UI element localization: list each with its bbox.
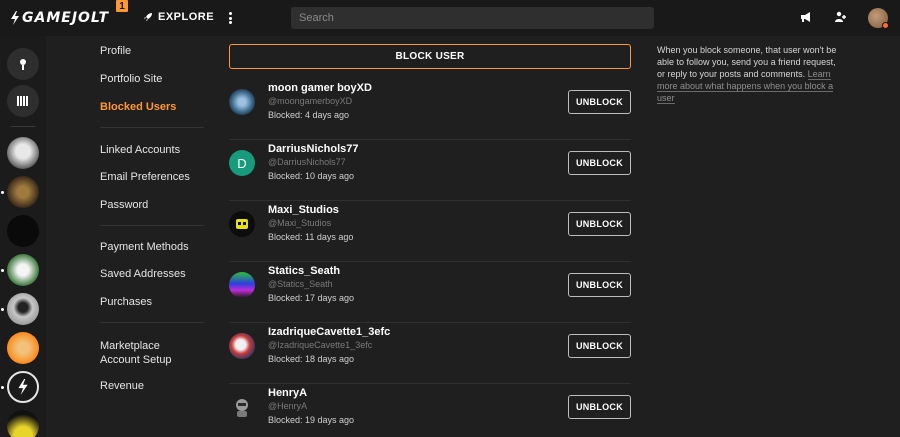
nav-item-revenue[interactable]: Revenue	[100, 380, 144, 392]
user-name[interactable]: Statics_Seath	[268, 265, 340, 277]
notification-badge: 1	[116, 0, 128, 12]
user-avatar[interactable]	[229, 394, 255, 420]
blocked-user-row: HenryA @HenryA Blocked: 19 days ago UNBL…	[229, 384, 631, 437]
library-icon	[17, 96, 28, 106]
search-input[interactable]	[291, 7, 654, 29]
block-user-button[interactable]: BLOCK USER	[229, 44, 631, 69]
nav-item-password[interactable]: Password	[100, 199, 148, 211]
home-icon	[20, 59, 26, 70]
blocked-date: Blocked: 4 days ago	[268, 110, 350, 120]
user-handle: @IzadriqueCavette1_3efc	[268, 340, 373, 350]
nav-divider	[100, 127, 204, 128]
block-info-text: When you block someone, that user won't …	[657, 44, 843, 104]
user-handle: @Statics_Seath	[268, 279, 333, 289]
rail-unread-dot	[1, 269, 4, 272]
user-handle: @moongamerboyXD	[268, 96, 353, 106]
rail-community-avatar[interactable]	[7, 176, 39, 208]
nav-item-marketplace-account-setup[interactable]: Marketplace Account Setup	[100, 339, 180, 367]
nav-item-portfolio-site[interactable]: Portfolio Site	[100, 73, 162, 85]
unblock-button[interactable]: UNBLOCK	[568, 395, 631, 419]
explore-link[interactable]: EXPLORE	[143, 11, 214, 23]
rail-community-avatar[interactable]	[7, 293, 39, 325]
blocked-user-row: moon gamer boyXD @moongamerboyXD Blocked…	[229, 79, 631, 140]
user-name[interactable]: HenryA	[268, 387, 307, 399]
unblock-button[interactable]: UNBLOCK	[568, 334, 631, 358]
explore-label: EXPLORE	[158, 11, 215, 23]
nav-item-saved-addresses[interactable]: Saved Addresses	[100, 268, 186, 280]
user-avatar[interactable]	[229, 333, 255, 359]
user-handle: @HenryA	[268, 401, 308, 411]
more-menu-icon[interactable]	[226, 10, 234, 26]
nav-item-blocked-users[interactable]: Blocked Users	[100, 101, 176, 113]
logo-text: GAMEJOLT	[22, 10, 110, 26]
rail-community-avatar[interactable]	[7, 254, 39, 286]
megaphone-icon[interactable]	[799, 10, 813, 24]
rail-community-avatar[interactable]	[7, 215, 39, 247]
top-bar: GAMEJOLT 1 EXPLORE	[0, 0, 900, 36]
mask-icon	[236, 219, 248, 229]
blocked-date: Blocked: 17 days ago	[268, 293, 355, 303]
blocked-user-row: IzadriqueCavette1_3efc @IzadriqueCavette…	[229, 323, 631, 384]
user-name[interactable]: moon gamer boyXD	[268, 82, 372, 94]
unblock-button[interactable]: UNBLOCK	[568, 273, 631, 297]
user-avatar[interactable]	[229, 272, 255, 298]
rail-unread-dot	[1, 386, 4, 389]
user-avatar[interactable]	[229, 211, 255, 237]
status-dot	[882, 22, 889, 29]
blocked-date: Blocked: 19 days ago	[268, 415, 355, 425]
nav-divider	[100, 322, 204, 323]
avatar-initial: D	[237, 155, 247, 171]
blocked-user-row: Maxi_Studios @Maxi_Studios Blocked: 11 d…	[229, 201, 631, 262]
unblock-button[interactable]: UNBLOCK	[568, 90, 631, 114]
user-name[interactable]: IzadriqueCavette1_3efc	[268, 326, 390, 338]
bolt-icon	[18, 379, 28, 395]
rail-community-avatar[interactable]	[7, 410, 39, 437]
rail-unread-dot	[1, 308, 4, 311]
user-handle: @DarriusNichols77	[268, 157, 346, 167]
gamejolt-logo[interactable]: GAMEJOLT	[10, 10, 109, 26]
blocked-date: Blocked: 10 days ago	[268, 171, 355, 181]
blocked-user-row: Statics_Seath @Statics_Seath Blocked: 17…	[229, 262, 631, 323]
unblock-button[interactable]: UNBLOCK	[568, 151, 631, 175]
bolt-icon	[11, 11, 19, 25]
rail-community-avatar[interactable]	[7, 371, 39, 403]
nav-item-email-preferences[interactable]: Email Preferences	[100, 171, 190, 183]
nav-item-purchases[interactable]: Purchases	[100, 296, 152, 308]
rail-divider	[11, 126, 35, 127]
rocket-icon	[144, 13, 152, 21]
nav-item-linked-accounts[interactable]: Linked Accounts	[100, 144, 180, 156]
nav-divider	[100, 225, 204, 226]
robot-icon	[236, 399, 248, 417]
user-handle: @Maxi_Studios	[268, 218, 332, 228]
nav-item-profile[interactable]: Profile	[100, 45, 131, 57]
rail-unread-dot	[1, 191, 4, 194]
rail-community-avatar[interactable]	[7, 137, 39, 169]
user-name[interactable]: Maxi_Studios	[268, 204, 339, 216]
rail-home-button[interactable]	[7, 48, 39, 80]
unblock-button[interactable]: UNBLOCK	[568, 212, 631, 236]
friends-icon[interactable]	[834, 10, 848, 24]
blocked-date: Blocked: 11 days ago	[268, 232, 354, 242]
blocked-user-row: D DarriusNichols77 @DarriusNichols77 Blo…	[229, 140, 631, 201]
left-rail	[0, 36, 46, 437]
user-avatar[interactable]	[229, 89, 255, 115]
nav-item-payment-methods[interactable]: Payment Methods	[100, 241, 189, 253]
user-avatar[interactable]: D	[229, 150, 255, 176]
user-name[interactable]: DarriusNichols77	[268, 143, 358, 155]
rail-library-button[interactable]	[7, 85, 39, 117]
rail-community-avatar[interactable]	[7, 332, 39, 364]
blocked-date: Blocked: 18 days ago	[268, 354, 355, 364]
